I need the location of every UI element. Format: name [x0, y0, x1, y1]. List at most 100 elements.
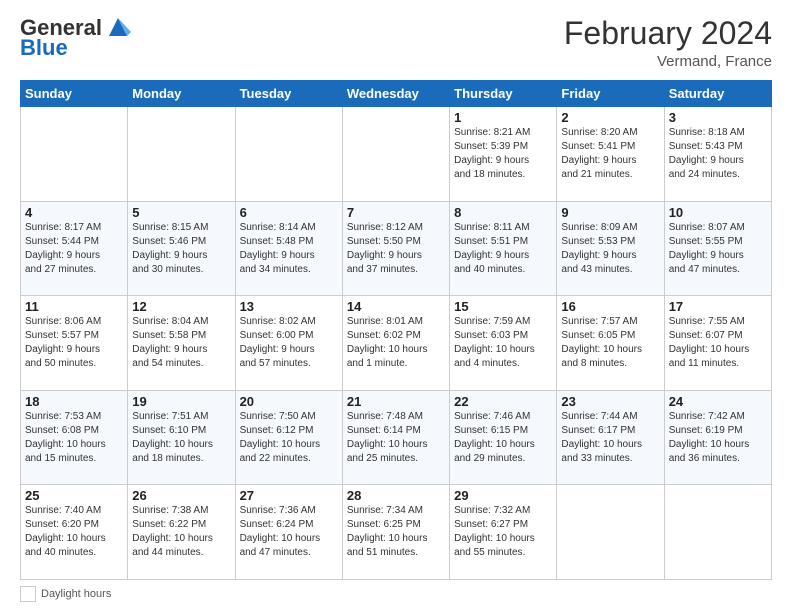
- calendar-cell: 17Sunrise: 7:55 AM Sunset: 6:07 PM Dayli…: [664, 296, 771, 391]
- location: Vermand, France: [564, 53, 772, 70]
- day-number: 8: [454, 205, 552, 220]
- calendar-cell: 27Sunrise: 7:36 AM Sunset: 6:24 PM Dayli…: [235, 485, 342, 580]
- day-info: Sunrise: 7:42 AM Sunset: 6:19 PM Dayligh…: [669, 410, 767, 466]
- calendar-cell: 26Sunrise: 7:38 AM Sunset: 6:22 PM Dayli…: [128, 485, 235, 580]
- calendar-cell: 16Sunrise: 7:57 AM Sunset: 6:05 PM Dayli…: [557, 296, 664, 391]
- day-number: 4: [25, 205, 123, 220]
- calendar-header-monday: Monday: [128, 81, 235, 107]
- legend-label: Daylight hours: [41, 588, 111, 600]
- calendar-week-1: 1Sunrise: 8:21 AM Sunset: 5:39 PM Daylig…: [21, 107, 772, 202]
- calendar-cell: 29Sunrise: 7:32 AM Sunset: 6:27 PM Dayli…: [450, 485, 557, 580]
- day-number: 5: [132, 205, 230, 220]
- calendar-week-2: 4Sunrise: 8:17 AM Sunset: 5:44 PM Daylig…: [21, 201, 772, 296]
- day-info: Sunrise: 7:59 AM Sunset: 6:03 PM Dayligh…: [454, 315, 552, 371]
- day-number: 21: [347, 394, 445, 409]
- day-info: Sunrise: 7:36 AM Sunset: 6:24 PM Dayligh…: [240, 504, 338, 560]
- calendar-cell: 20Sunrise: 7:50 AM Sunset: 6:12 PM Dayli…: [235, 390, 342, 485]
- calendar-cell: [664, 485, 771, 580]
- day-info: Sunrise: 8:17 AM Sunset: 5:44 PM Dayligh…: [25, 221, 123, 277]
- day-number: 26: [132, 488, 230, 503]
- legend-box: [20, 586, 36, 602]
- day-info: Sunrise: 7:38 AM Sunset: 6:22 PM Dayligh…: [132, 504, 230, 560]
- day-number: 12: [132, 299, 230, 314]
- calendar-cell: 1Sunrise: 8:21 AM Sunset: 5:39 PM Daylig…: [450, 107, 557, 202]
- day-info: Sunrise: 7:48 AM Sunset: 6:14 PM Dayligh…: [347, 410, 445, 466]
- calendar-week-5: 25Sunrise: 7:40 AM Sunset: 6:20 PM Dayli…: [21, 485, 772, 580]
- calendar-cell: 21Sunrise: 7:48 AM Sunset: 6:14 PM Dayli…: [342, 390, 449, 485]
- day-number: 14: [347, 299, 445, 314]
- calendar-header-saturday: Saturday: [664, 81, 771, 107]
- calendar-cell: 19Sunrise: 7:51 AM Sunset: 6:10 PM Dayli…: [128, 390, 235, 485]
- day-number: 25: [25, 488, 123, 503]
- day-info: Sunrise: 7:34 AM Sunset: 6:25 PM Dayligh…: [347, 504, 445, 560]
- day-number: 16: [561, 299, 659, 314]
- calendar-cell: 13Sunrise: 8:02 AM Sunset: 6:00 PM Dayli…: [235, 296, 342, 391]
- day-number: 28: [347, 488, 445, 503]
- calendar-cell: 11Sunrise: 8:06 AM Sunset: 5:57 PM Dayli…: [21, 296, 128, 391]
- day-info: Sunrise: 7:40 AM Sunset: 6:20 PM Dayligh…: [25, 504, 123, 560]
- day-info: Sunrise: 8:07 AM Sunset: 5:55 PM Dayligh…: [669, 221, 767, 277]
- calendar-header-wednesday: Wednesday: [342, 81, 449, 107]
- day-number: 3: [669, 110, 767, 125]
- calendar-cell: 14Sunrise: 8:01 AM Sunset: 6:02 PM Dayli…: [342, 296, 449, 391]
- calendar-cell: 4Sunrise: 8:17 AM Sunset: 5:44 PM Daylig…: [21, 201, 128, 296]
- calendar-header-friday: Friday: [557, 81, 664, 107]
- day-number: 24: [669, 394, 767, 409]
- calendar-cell: 9Sunrise: 8:09 AM Sunset: 5:53 PM Daylig…: [557, 201, 664, 296]
- day-info: Sunrise: 7:44 AM Sunset: 6:17 PM Dayligh…: [561, 410, 659, 466]
- day-number: 7: [347, 205, 445, 220]
- calendar-cell: 2Sunrise: 8:20 AM Sunset: 5:41 PM Daylig…: [557, 107, 664, 202]
- day-info: Sunrise: 7:53 AM Sunset: 6:08 PM Dayligh…: [25, 410, 123, 466]
- calendar-cell: 22Sunrise: 7:46 AM Sunset: 6:15 PM Dayli…: [450, 390, 557, 485]
- day-info: Sunrise: 8:12 AM Sunset: 5:50 PM Dayligh…: [347, 221, 445, 277]
- day-number: 13: [240, 299, 338, 314]
- day-info: Sunrise: 7:46 AM Sunset: 6:15 PM Dayligh…: [454, 410, 552, 466]
- calendar-cell: 15Sunrise: 7:59 AM Sunset: 6:03 PM Dayli…: [450, 296, 557, 391]
- day-info: Sunrise: 8:20 AM Sunset: 5:41 PM Dayligh…: [561, 126, 659, 182]
- calendar-cell: 23Sunrise: 7:44 AM Sunset: 6:17 PM Dayli…: [557, 390, 664, 485]
- day-info: Sunrise: 7:57 AM Sunset: 6:05 PM Dayligh…: [561, 315, 659, 371]
- day-info: Sunrise: 8:04 AM Sunset: 5:58 PM Dayligh…: [132, 315, 230, 371]
- calendar-cell: [128, 107, 235, 202]
- day-number: 1: [454, 110, 552, 125]
- calendar-cell: 7Sunrise: 8:12 AM Sunset: 5:50 PM Daylig…: [342, 201, 449, 296]
- calendar-week-4: 18Sunrise: 7:53 AM Sunset: 6:08 PM Dayli…: [21, 390, 772, 485]
- calendar-cell: 24Sunrise: 7:42 AM Sunset: 6:19 PM Dayli…: [664, 390, 771, 485]
- day-info: Sunrise: 8:15 AM Sunset: 5:46 PM Dayligh…: [132, 221, 230, 277]
- day-info: Sunrise: 7:51 AM Sunset: 6:10 PM Dayligh…: [132, 410, 230, 466]
- title-block: February 2024 Vermand, France: [564, 16, 772, 70]
- calendar-cell: 18Sunrise: 7:53 AM Sunset: 6:08 PM Dayli…: [21, 390, 128, 485]
- day-info: Sunrise: 8:09 AM Sunset: 5:53 PM Dayligh…: [561, 221, 659, 277]
- day-info: Sunrise: 7:55 AM Sunset: 6:07 PM Dayligh…: [669, 315, 767, 371]
- day-number: 9: [561, 205, 659, 220]
- day-info: Sunrise: 8:02 AM Sunset: 6:00 PM Dayligh…: [240, 315, 338, 371]
- logo-blue: Blue: [20, 36, 131, 59]
- calendar-table: SundayMondayTuesdayWednesdayThursdayFrid…: [20, 80, 772, 580]
- calendar-cell: [235, 107, 342, 202]
- logo: General Blue: [20, 16, 131, 59]
- day-number: 27: [240, 488, 338, 503]
- day-info: Sunrise: 7:50 AM Sunset: 6:12 PM Dayligh…: [240, 410, 338, 466]
- day-info: Sunrise: 7:32 AM Sunset: 6:27 PM Dayligh…: [454, 504, 552, 560]
- day-number: 22: [454, 394, 552, 409]
- calendar-cell: 12Sunrise: 8:04 AM Sunset: 5:58 PM Dayli…: [128, 296, 235, 391]
- header: General Blue February 2024 Vermand, Fran…: [20, 16, 772, 70]
- legend: Daylight hours: [20, 586, 772, 602]
- page: General Blue February 2024 Vermand, Fran…: [0, 0, 792, 612]
- day-info: Sunrise: 8:14 AM Sunset: 5:48 PM Dayligh…: [240, 221, 338, 277]
- calendar-header-thursday: Thursday: [450, 81, 557, 107]
- day-number: 19: [132, 394, 230, 409]
- day-info: Sunrise: 8:06 AM Sunset: 5:57 PM Dayligh…: [25, 315, 123, 371]
- calendar-week-3: 11Sunrise: 8:06 AM Sunset: 5:57 PM Dayli…: [21, 296, 772, 391]
- month-title: February 2024: [564, 16, 772, 51]
- day-number: 15: [454, 299, 552, 314]
- calendar-cell: [557, 485, 664, 580]
- calendar-cell: 25Sunrise: 7:40 AM Sunset: 6:20 PM Dayli…: [21, 485, 128, 580]
- calendar-cell: 5Sunrise: 8:15 AM Sunset: 5:46 PM Daylig…: [128, 201, 235, 296]
- calendar-cell: 8Sunrise: 8:11 AM Sunset: 5:51 PM Daylig…: [450, 201, 557, 296]
- calendar-cell: 10Sunrise: 8:07 AM Sunset: 5:55 PM Dayli…: [664, 201, 771, 296]
- day-number: 6: [240, 205, 338, 220]
- day-number: 29: [454, 488, 552, 503]
- day-number: 2: [561, 110, 659, 125]
- day-info: Sunrise: 8:21 AM Sunset: 5:39 PM Dayligh…: [454, 126, 552, 182]
